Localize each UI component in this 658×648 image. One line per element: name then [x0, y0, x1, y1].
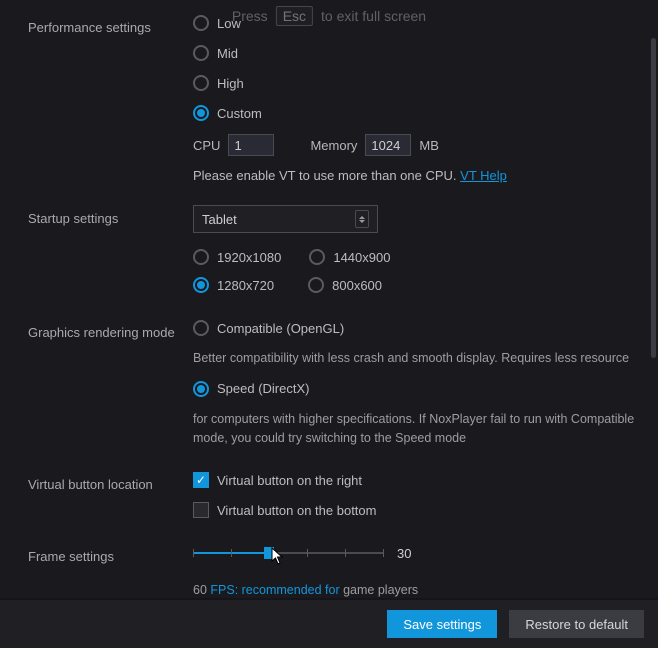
chevron-updown-icon [355, 210, 369, 228]
vt-help-link[interactable]: VT Help [460, 168, 507, 183]
vt-hint-text: Please enable VT to use more than one CP… [193, 168, 460, 183]
res-1920x1080-radio[interactable] [193, 249, 209, 265]
restore-default-button[interactable]: Restore to default [509, 610, 644, 638]
graphics-compat-desc: Better compatibility with less crash and… [193, 349, 646, 368]
perf-mid-radio[interactable] [193, 45, 209, 61]
memory-unit: MB [419, 138, 439, 153]
graphics-speed-label: Speed (DirectX) [217, 381, 309, 396]
perf-high-radio[interactable] [193, 75, 209, 91]
scrollbar[interactable] [651, 2, 656, 596]
res-800x600-radio[interactable] [308, 277, 324, 293]
perf-low-label: Low [217, 16, 241, 31]
graphics-compat-label: Compatible (OpenGL) [217, 321, 344, 336]
scrollbar-thumb[interactable] [651, 38, 656, 358]
memory-input[interactable] [365, 134, 411, 156]
fps-value: 30 [397, 546, 411, 561]
perf-low-radio[interactable] [193, 15, 209, 31]
footer: Save settings Restore to default [0, 598, 658, 648]
vbtn-bottom-checkbox[interactable] [193, 502, 209, 518]
perf-high-label: High [217, 76, 244, 91]
graphics-speed-desc: for computers with higher specifications… [193, 410, 646, 448]
save-button[interactable]: Save settings [387, 610, 497, 638]
res-1280x720-label: 1280x720 [217, 278, 274, 293]
res-1280x720-radio[interactable] [193, 277, 209, 293]
cpu-input[interactable] [228, 134, 274, 156]
vbtn-right-checkbox[interactable] [193, 472, 209, 488]
vbtn-right-label: Virtual button on the right [217, 473, 362, 488]
res-800x600-label: 800x600 [332, 278, 382, 293]
res-1920x1080-label: 1920x1080 [217, 250, 281, 265]
fps-slider[interactable] [193, 543, 383, 563]
res-1440x900-radio[interactable] [309, 249, 325, 265]
perf-mid-label: Mid [217, 46, 238, 61]
cpu-label: CPU [193, 138, 220, 153]
virtual-button-label: Virtual button location [28, 471, 193, 492]
startup-settings-label: Startup settings [28, 205, 193, 226]
memory-label: Memory [310, 138, 357, 153]
startup-device-select[interactable]: Tablet [193, 205, 378, 233]
fps-slider-thumb[interactable] [264, 547, 274, 559]
vbtn-bottom-label: Virtual button on the bottom [217, 503, 376, 518]
fps-hint-60: 60 FPS: recommended for game players [193, 581, 646, 598]
res-1440x900-label: 1440x900 [333, 250, 390, 265]
graphics-speed-radio[interactable] [193, 381, 209, 397]
perf-custom-radio[interactable] [193, 105, 209, 121]
perf-custom-label: Custom [217, 106, 262, 121]
startup-device-value: Tablet [202, 212, 237, 227]
graphics-mode-label: Graphics rendering mode [28, 319, 193, 340]
graphics-compat-radio[interactable] [193, 320, 209, 336]
performance-settings-label: Performance settings [28, 14, 193, 35]
frame-settings-label: Frame settings [28, 543, 193, 564]
